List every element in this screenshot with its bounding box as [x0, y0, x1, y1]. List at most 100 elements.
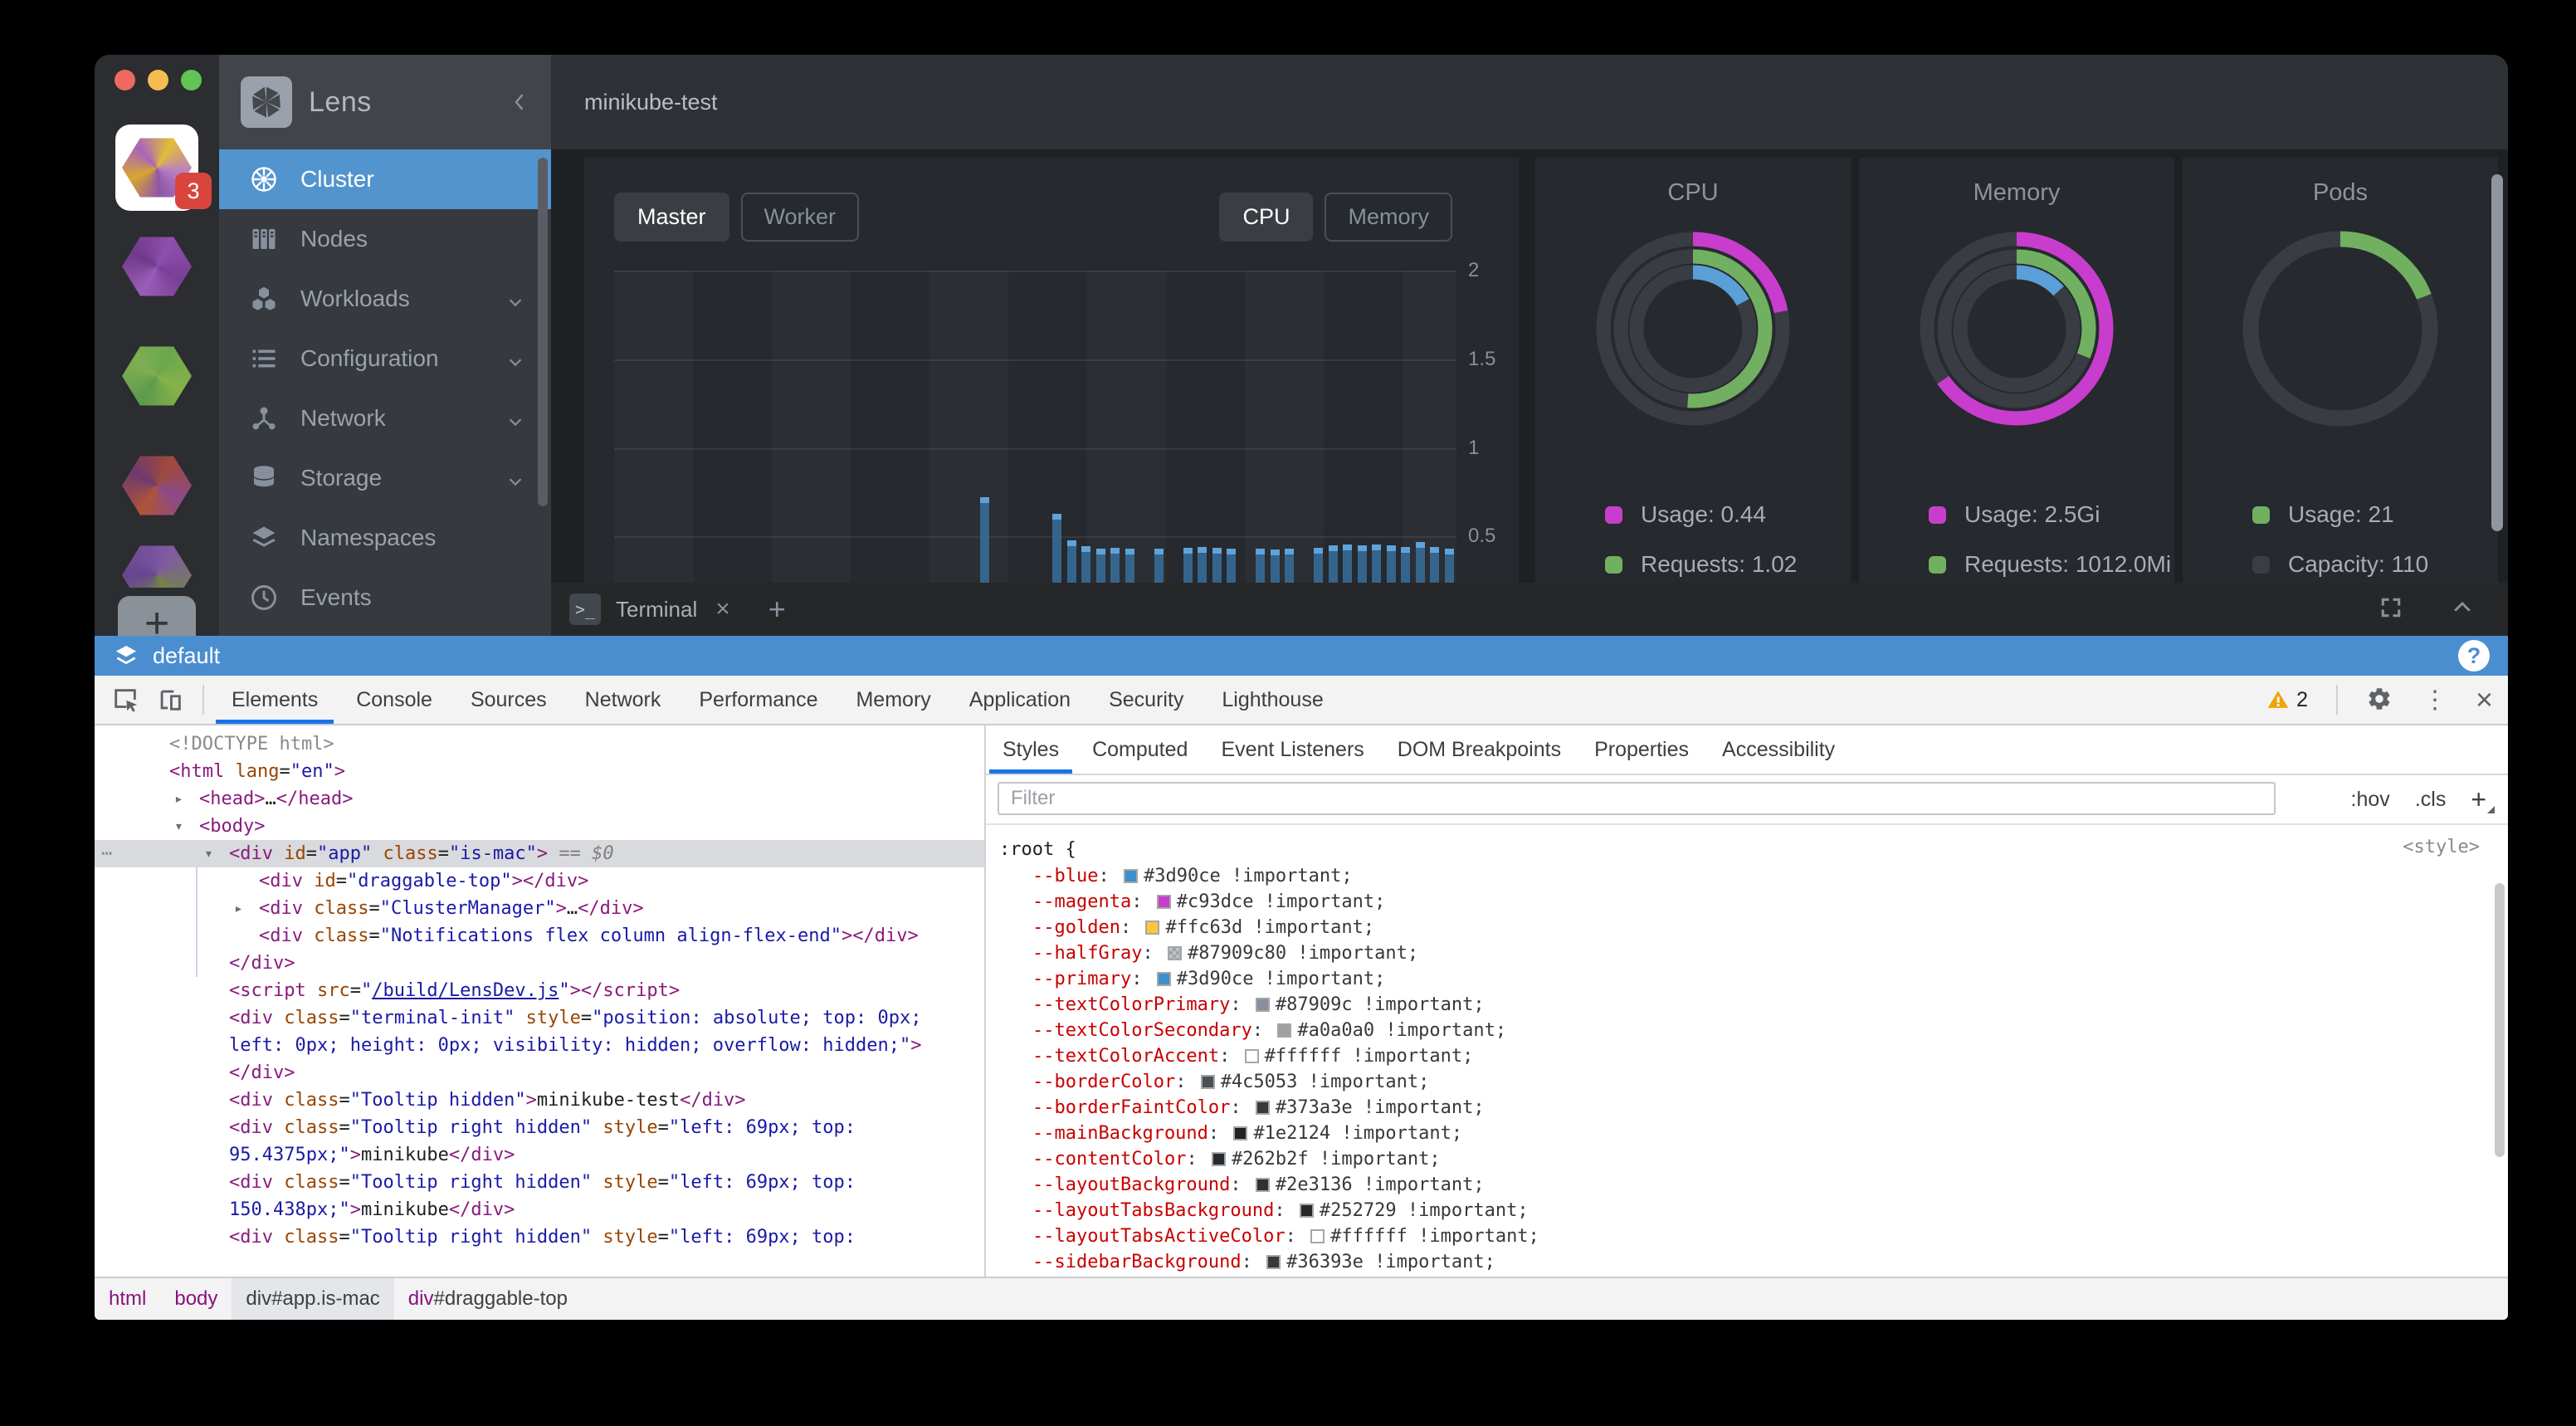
css-variable-line[interactable]: --golden: #ffc63d !important; — [999, 915, 2508, 940]
css-variable-line[interactable]: --blue: #3d90ce !important; — [999, 863, 2508, 889]
styles-tab-event-listeners[interactable]: Event Listeners — [1204, 725, 1380, 774]
devtools-tab-sources[interactable]: Sources — [451, 676, 566, 724]
dom-node-line[interactable]: <div class="Tooltip right hidden" style=… — [95, 1169, 984, 1196]
color-swatch[interactable] — [1256, 1101, 1270, 1115]
color-swatch[interactable] — [1277, 1023, 1291, 1038]
devtools-tab-application[interactable]: Application — [950, 676, 1090, 724]
color-swatch[interactable] — [1157, 895, 1171, 909]
styles-tab-dom-breakpoints[interactable]: DOM Breakpoints — [1381, 725, 1578, 774]
zoom-button[interactable] — [181, 70, 202, 90]
dock-collapse-icon[interactable] — [2450, 595, 2475, 624]
breadcrumb-item[interactable]: body — [160, 1278, 232, 1320]
css-variable-line[interactable]: --halfGray: #87909c80 !important; — [999, 940, 2508, 966]
devtools-tab-performance[interactable]: Performance — [680, 676, 837, 724]
css-variable-line[interactable]: --layoutBackground: #2e3136 !important; — [999, 1172, 2508, 1198]
dom-node-line[interactable]: <div class="Tooltip hidden">minikube-tes… — [95, 1087, 984, 1114]
css-variable-line[interactable]: --magenta: #c93dce !important; — [999, 889, 2508, 915]
metric-tab-memory[interactable]: Memory — [1325, 193, 1452, 242]
color-swatch[interactable] — [1145, 921, 1159, 935]
cluster-active-icon[interactable]: 3 — [115, 125, 198, 211]
css-variable-line[interactable]: --textColorAccent: #ffffff !important; — [999, 1043, 2508, 1069]
css-variable-line[interactable]: --textColorSecondary: #a0a0a0 !important… — [999, 1018, 2508, 1043]
node-tab-worker[interactable]: Worker — [741, 193, 860, 242]
content-scrollbar[interactable] — [2491, 174, 2503, 531]
dom-node-line[interactable]: <div class="terminal-init" style="positi… — [95, 1004, 984, 1032]
sidebar-item-storage[interactable]: Storage — [219, 448, 551, 508]
styles-tab-styles[interactable]: Styles — [986, 725, 1076, 774]
devtools-tab-network[interactable]: Network — [566, 676, 681, 724]
css-variable-line[interactable]: --layoutTabsActiveColor: #ffffff !import… — [999, 1223, 2508, 1249]
breadcrumb-item[interactable]: div#draggable-top — [394, 1278, 582, 1320]
elements-tree[interactable]: <!DOCTYPE html><html lang="en">▸<head>…<… — [95, 725, 984, 1278]
color-swatch[interactable] — [1256, 998, 1270, 1012]
devtools-tab-memory[interactable]: Memory — [837, 676, 949, 724]
expand-arrow-open-icon[interactable]: ▾ — [204, 840, 213, 867]
devtools-tab-elements[interactable]: Elements — [212, 676, 337, 724]
devtools-tab-security[interactable]: Security — [1090, 676, 1203, 724]
metric-tab-cpu[interactable]: CPU — [1219, 193, 1313, 242]
dom-node-line[interactable]: <div class="Notifications flex column al… — [95, 922, 984, 950]
dom-node-line[interactable]: <div class="Tooltip right hidden" style=… — [95, 1223, 984, 1251]
color-swatch[interactable] — [1256, 1178, 1270, 1192]
css-variable-line[interactable]: --primary: #3d90ce !important; — [999, 966, 2508, 992]
dom-node-selected[interactable]: ⋯▾<div id="app" class="is-mac"> == $0 — [95, 840, 984, 867]
css-selector[interactable]: :root { — [999, 837, 2508, 863]
sidebar-collapse-icon[interactable] — [508, 88, 533, 120]
color-swatch[interactable] — [1266, 1255, 1281, 1269]
cluster-red-icon[interactable] — [115, 455, 198, 516]
color-swatch[interactable] — [1212, 1152, 1226, 1166]
devtools-tab-lighthouse[interactable]: Lighthouse — [1203, 676, 1342, 724]
dom-node-line[interactable]: </div> — [95, 950, 984, 977]
node-options-icon[interactable]: ⋯ — [101, 840, 112, 867]
devtools-settings-icon[interactable] — [2366, 686, 2394, 714]
dom-node-line[interactable]: left: 0px; height: 0px; visibility: hidd… — [95, 1032, 984, 1059]
sidebar-item-configuration[interactable]: Configuration — [219, 329, 551, 388]
dom-node-line[interactable]: 95.4375px;">minikube</div> — [95, 1141, 984, 1169]
css-variable-line[interactable]: --sidebarBackground: #36393e !important; — [999, 1249, 2508, 1275]
pseudo-state-toggle[interactable]: :hov — [2351, 788, 2390, 812]
node-tab-master[interactable]: Master — [614, 193, 729, 242]
color-swatch[interactable] — [1201, 1075, 1215, 1089]
css-variable-line[interactable]: --borderFaintColor: #373a3e !important; — [999, 1095, 2508, 1121]
color-swatch[interactable] — [1124, 869, 1138, 883]
color-swatch[interactable] — [1300, 1204, 1314, 1218]
expand-arrow-closed-icon[interactable]: ▸ — [234, 895, 243, 922]
dom-node-line[interactable]: ▾<body> — [95, 813, 984, 840]
css-rules[interactable]: :root { <style> --blue: #3d90ce !importa… — [986, 825, 2508, 1320]
sidebar-item-network[interactable]: Network — [219, 388, 551, 448]
terminal-tab[interactable]: Terminal — [616, 597, 697, 623]
dom-node-line[interactable]: <div id="draggable-top"></div> — [95, 867, 984, 895]
sidebar-item-workloads[interactable]: Workloads — [219, 269, 551, 329]
dom-node-line[interactable]: </div> — [95, 1059, 984, 1087]
terminal-close-icon[interactable]: × — [715, 595, 730, 623]
devtools-menu-icon[interactable]: ⋮ — [2422, 686, 2447, 715]
sidebar-scrollbar[interactable] — [538, 158, 548, 506]
device-toolbar-icon[interactable] — [156, 686, 184, 714]
color-swatch[interactable] — [1157, 972, 1171, 986]
dom-node-line[interactable]: ▸<div class="ClusterManager">…</div> — [95, 895, 984, 922]
close-button[interactable] — [115, 70, 135, 90]
sidebar-item-events[interactable]: Events — [219, 568, 551, 628]
css-variable-line[interactable]: --mainBackground: #1e2124 !important; — [999, 1121, 2508, 1146]
new-style-rule-button[interactable]: + — [2471, 784, 2486, 815]
devtools-tab-console[interactable]: Console — [337, 676, 451, 724]
console-warning-badge[interactable]: 2 — [2266, 688, 2308, 712]
styles-filter-input[interactable] — [998, 782, 2276, 815]
breadcrumb-item[interactable]: html — [95, 1278, 160, 1320]
dom-node-line[interactable]: <div class="Tooltip right hidden" style=… — [95, 1114, 984, 1141]
sidebar-item-nodes[interactable]: Nodes — [219, 209, 551, 269]
styles-tab-accessibility[interactable]: Accessibility — [1705, 725, 1852, 774]
help-icon[interactable]: ? — [2458, 640, 2490, 671]
styles-tab-computed[interactable]: Computed — [1076, 725, 1204, 774]
sidebar-item-namespaces[interactable]: Namespaces — [219, 508, 551, 568]
css-source-link[interactable]: <style> — [2403, 837, 2480, 857]
styles-scrollbar[interactable] — [2495, 883, 2505, 1157]
color-swatch[interactable] — [1233, 1126, 1247, 1140]
css-variable-line[interactable]: --contentColor: #262b2f !important; — [999, 1146, 2508, 1172]
cluster-purple-icon[interactable] — [115, 236, 198, 297]
cluster-green-icon[interactable] — [115, 345, 198, 407]
css-variable-line[interactable]: --textColorPrimary: #87909c !important; — [999, 992, 2508, 1018]
cluster-partial-icon[interactable] — [115, 545, 198, 588]
css-variable-line[interactable]: --borderColor: #4c5053 !important; — [999, 1069, 2508, 1095]
sidebar-item-cluster[interactable]: Cluster — [219, 149, 551, 209]
